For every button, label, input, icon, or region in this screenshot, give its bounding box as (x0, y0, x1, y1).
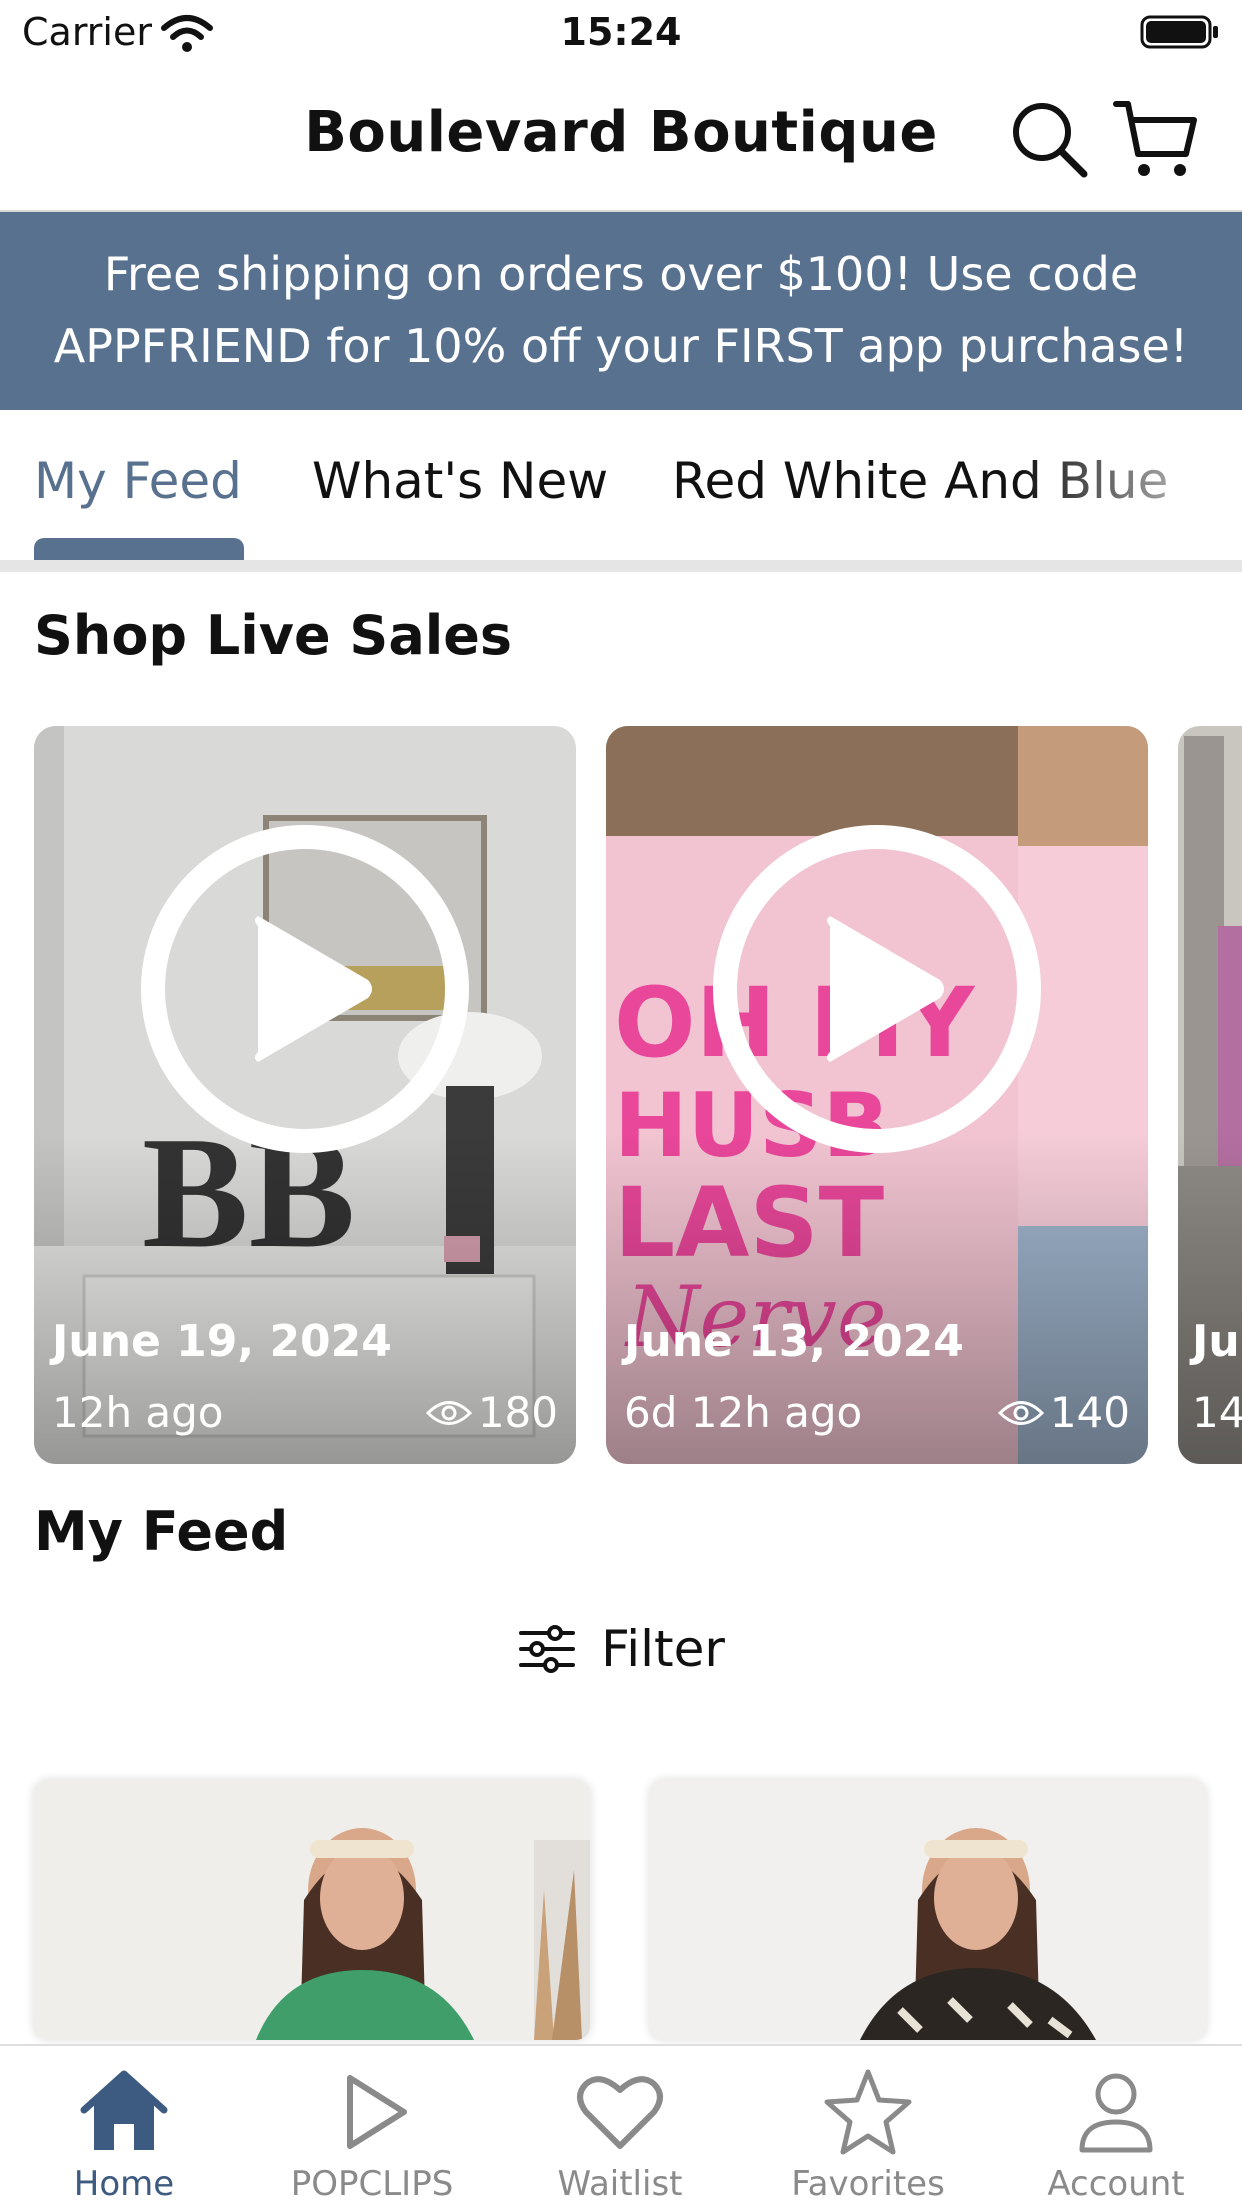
home-icon (80, 2070, 168, 2150)
live-sale-card[interactable]: Ju 14 (1178, 726, 1242, 1464)
nav-popclips-label: POPCLIPS (290, 2164, 454, 2204)
promo-line-2: APPFRIEND for 10% off your FIRST app pur… (53, 319, 1189, 373)
star-icon (824, 2069, 912, 2155)
promo-line-1: Free shipping on orders over $100! Use c… (103, 247, 1139, 301)
tab-whats-new[interactable]: What's New (312, 452, 608, 510)
live-sale-age: 14 (1192, 1388, 1242, 1437)
eye-icon (425, 1400, 472, 1425)
nav-account[interactable]: Account (992, 2046, 1240, 2208)
product-image (34, 1780, 590, 2040)
nav-favorites[interactable]: Favorites (744, 2046, 992, 2208)
search-icon[interactable] (1010, 100, 1088, 178)
live-sale-age: 12h ago (52, 1388, 224, 1437)
nav-home[interactable]: Home (0, 2046, 248, 2208)
nav-favorites-label: Favorites (791, 2164, 945, 2204)
live-sale-card[interactable]: BB June 19, 2024 12h ago 180 (34, 726, 576, 1464)
person-icon (1079, 2073, 1153, 2153)
live-sale-date: June 13, 2024 (624, 1316, 964, 1367)
eye-icon (997, 1400, 1044, 1425)
live-sale-date: June 19, 2024 (52, 1316, 392, 1367)
filter-button[interactable]: Filter (0, 1620, 1242, 1678)
product-card[interactable] (650, 1780, 1206, 2040)
live-sale-age: 6d 12h ago (624, 1388, 863, 1437)
tabs-divider (0, 560, 1242, 572)
view-count-value: 140 (1049, 1388, 1130, 1437)
live-sale-date: Ju (1192, 1316, 1240, 1367)
nav-waitlist[interactable]: Waitlist (496, 2046, 744, 2208)
nav-home-label: Home (73, 2164, 175, 2204)
tab-my-feed[interactable]: My Feed (34, 452, 242, 510)
filter-icon (519, 1625, 576, 1673)
status-bar: Carrier 15:24 (0, 0, 1242, 66)
product-image (650, 1780, 1206, 2040)
clock: 15:24 (560, 10, 682, 54)
view-count: 180 (425, 1388, 558, 1437)
category-tabs: My Feed What's New Red White And Blue (0, 410, 1242, 574)
tab-fade-overlay (1020, 440, 1242, 530)
view-count: 140 (997, 1388, 1130, 1437)
app-header: Boulevard Boutique (0, 66, 1242, 212)
nav-popclips[interactable]: POPCLIPS (248, 2046, 496, 2208)
cart-icon[interactable] (1112, 96, 1198, 182)
live-sales-title: Shop Live Sales (34, 604, 513, 667)
nav-account-label: Account (1047, 2164, 1185, 2204)
heart-icon (577, 2076, 663, 2149)
product-card[interactable] (34, 1780, 590, 2040)
live-sale-card[interactable]: OH MY HUSB LAST Nerve June 13, 2024 6d 1… (606, 726, 1148, 1464)
feed-title: My Feed (34, 1500, 289, 1563)
view-count-value: 180 (477, 1388, 558, 1437)
play-icon (347, 2075, 407, 2149)
filter-label: Filter (601, 1620, 725, 1678)
play-icon[interactable] (140, 824, 470, 1154)
play-icon[interactable] (712, 824, 1042, 1154)
active-tab-indicator (34, 538, 244, 560)
battery-icon (1140, 15, 1218, 49)
bottom-nav: Home POPCLIPS Waitlist Favorites Account (0, 2044, 1242, 2208)
nav-waitlist-label: Waitlist (557, 2164, 683, 2204)
promo-banner[interactable]: Free shipping on orders over $100! Use c… (0, 212, 1242, 410)
